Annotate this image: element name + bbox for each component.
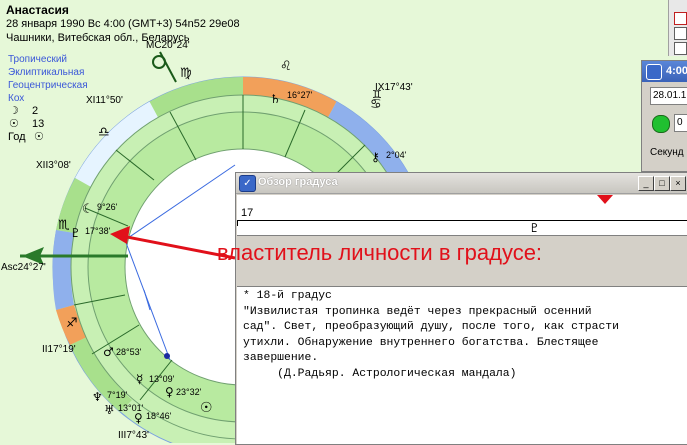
ruler-marker[interactable] (597, 195, 613, 204)
option-checkbox-1[interactable] (674, 12, 687, 25)
pluto-ruler-icon: ♇ (529, 221, 540, 235)
pluto-icon: ♇ (70, 226, 81, 240)
maximize-button[interactable]: □ (654, 176, 670, 191)
degree-overview-window[interactable]: ✓ Обзор градуса _ □ × 17 ♇ * 18-й градус… (235, 172, 687, 445)
degree-text-line: (Д.Радьяр. Астрологическая мандала) (243, 367, 517, 380)
minimize-button[interactable]: _ (638, 176, 654, 191)
planet-degree-7: 23°32' (176, 387, 202, 397)
degree-window-title: Обзор градуса (258, 176, 338, 188)
mars-icon: ♂ (103, 345, 114, 359)
uranus-icon: ♅ (104, 403, 115, 417)
ruler-caption: властитель личности в градусе: (217, 240, 543, 265)
option-panel (668, 0, 687, 56)
virgo-icon: ♍ (180, 66, 192, 81)
libra-icon: ♎ (98, 125, 110, 140)
house-xii-label: XII3°08' (36, 160, 71, 171)
saturn-icon: ♄ (270, 92, 281, 106)
degree-description[interactable]: * 18-й градус "Извилистая тропинка ведёт… (237, 286, 687, 444)
degree-window-titlebar[interactable]: ✓ Обзор градуса _ □ × (236, 173, 687, 194)
step-field[interactable]: 0 (674, 114, 687, 132)
gemini-icon: ♊ (372, 88, 382, 101)
option-checkbox-2[interactable] (674, 27, 687, 40)
house-ii-label: II17°19' (42, 344, 76, 355)
planet-degree-8: 7°19' (107, 390, 128, 400)
mercury-icon: ☿ (136, 372, 144, 386)
ruler-axis (237, 220, 687, 221)
planet-degree-6: 13°09' (149, 374, 175, 384)
date-field[interactable]: 28.01.1 (650, 87, 687, 105)
app-icon: ✓ (239, 175, 256, 192)
degree-text-line: * 18-й градус (243, 290, 332, 302)
degree-ruler[interactable]: 17 ♇ (237, 195, 687, 236)
time-window-titlebar[interactable]: 4:00 (642, 61, 687, 82)
time-window-title: 4:00 (666, 65, 687, 77)
planet-degree-4: 17°38' (85, 226, 111, 236)
ruler-start-number: 17 (241, 207, 254, 219)
leo-icon: ♌ (280, 59, 292, 74)
mc-label: MC20°24' (146, 40, 190, 51)
option-checkbox-3[interactable] (674, 42, 687, 55)
venus-icon: ♀ (165, 385, 174, 399)
sun-planet-icon: ☉ (200, 400, 213, 416)
moon-planet-icon: ☾ (82, 202, 94, 217)
planet-degree-1: 16°27' (287, 90, 313, 100)
planet-degree-10: 18°46' (146, 411, 172, 421)
time-window[interactable]: 4:00 28.01.1 0 Секунд (641, 60, 687, 172)
neptune-icon: ♆ (92, 390, 103, 404)
planet-degree-3: 9°26' (97, 202, 118, 212)
planet-degree-2: 2°04' (386, 150, 407, 160)
planet-degree-5: 28°53' (116, 347, 142, 357)
run-button[interactable] (652, 115, 670, 133)
house-iii-label: III7°43' (118, 430, 149, 441)
house-xi-label: XI11°50' (86, 95, 123, 106)
seconds-label: Секунд (650, 147, 684, 158)
sagittarius-icon: ♐ (66, 316, 78, 331)
chiron-icon: ⚷ (371, 150, 380, 164)
degree-text-line: "Извилистая тропинка ведёт через прекрас… (243, 305, 592, 318)
app-icon (646, 64, 662, 80)
degree-text-line: завершение. (243, 352, 319, 364)
degree-text-line: сад". Свет, преобразующий душу, после то… (243, 321, 619, 333)
asc-label: Asc24°27' (1, 262, 46, 273)
venus-2-icon: ♀ (134, 411, 143, 425)
scorpio-icon: ♏ (58, 218, 70, 233)
close-button[interactable]: × (670, 176, 686, 191)
degree-text-line: утихли. Обнаружение внутреннего богатств… (243, 336, 599, 349)
